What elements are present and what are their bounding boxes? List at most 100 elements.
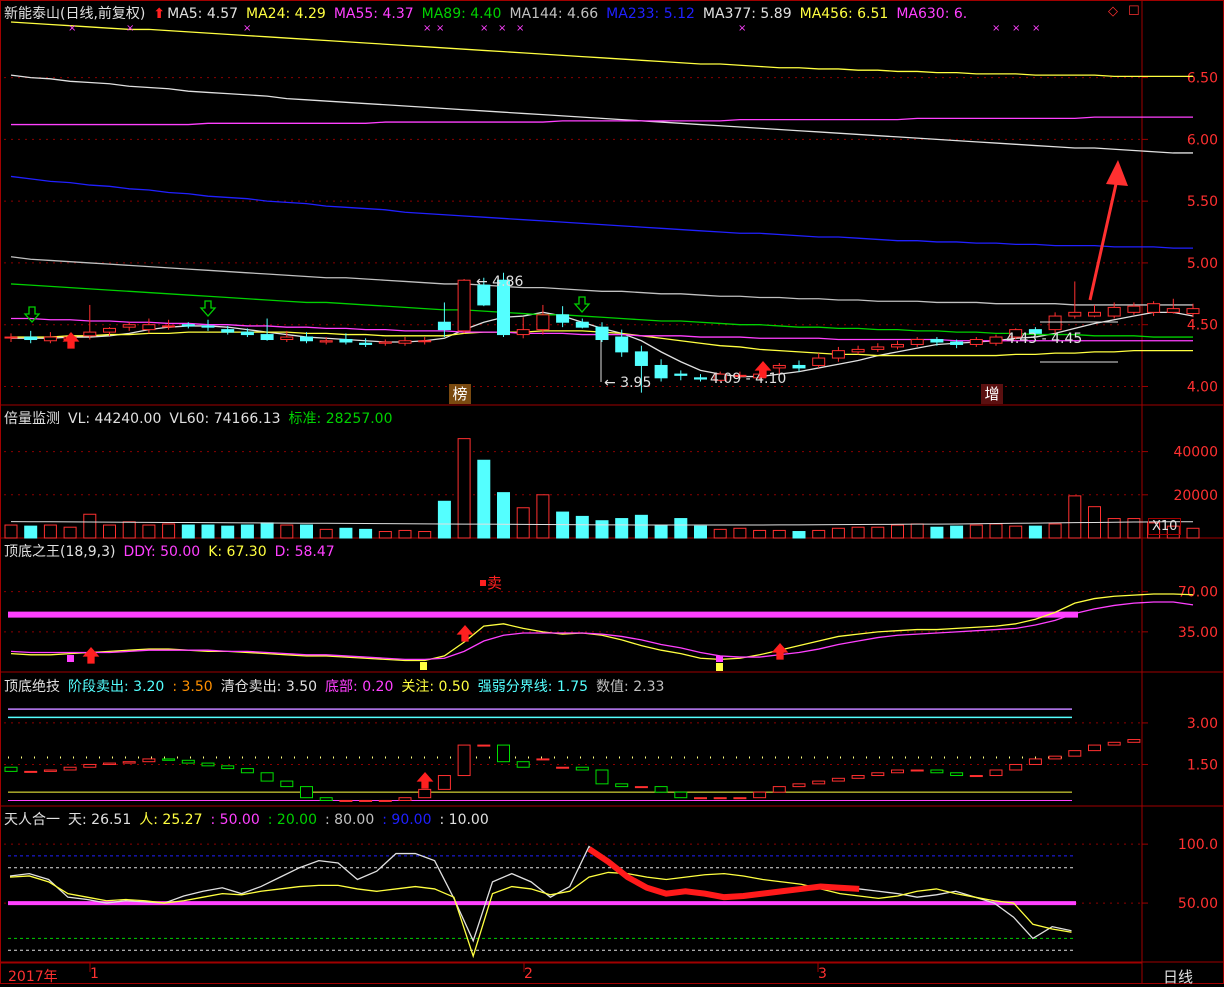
kd-legend: 顶底之王(18,9,3) DDY: 50.00 K: 67.30 D: 58.47	[4, 541, 343, 561]
volume-bar	[240, 524, 254, 539]
annotation-high: ← 4.86	[476, 274, 523, 290]
main-legend-item: 新能泰山(日线,前复权)	[4, 6, 146, 22]
volume-bar	[83, 513, 97, 539]
candle-body	[319, 340, 333, 343]
volume-bar	[398, 529, 412, 539]
volume-bar	[950, 525, 964, 539]
volume-bar	[359, 528, 373, 539]
dd-legend-item: : 3.50	[172, 679, 213, 695]
price-tick-label: 4.00	[1187, 379, 1218, 395]
volume-bar	[654, 524, 668, 539]
trh-legend-item: : 50.00	[210, 812, 260, 828]
trh-legend-item: : 20.00	[267, 812, 317, 828]
dd-legend-item: 顶底绝技	[4, 679, 60, 695]
candle-body	[1068, 311, 1082, 317]
dd-candle	[772, 786, 786, 793]
dd-candle	[24, 770, 38, 773]
volume-bar	[595, 520, 609, 539]
candle-body	[536, 314, 550, 331]
kd-legend-item: K: 67.30	[208, 544, 267, 560]
kd-buy-arrow-icon	[771, 643, 789, 660]
dd-candle	[733, 797, 747, 800]
trh-legend-item: 天: 26.51	[68, 812, 132, 828]
volume-bar	[1028, 525, 1042, 539]
dd-candle	[1009, 763, 1023, 771]
main-legend-item: MA630: 6.	[896, 6, 968, 22]
dd-candle	[595, 769, 609, 785]
candle-body	[615, 336, 629, 353]
cross-marker-icon: ×	[498, 23, 506, 34]
volume-bar	[516, 507, 530, 539]
candle-body	[1127, 305, 1141, 313]
volume-legend-item: 标准: 28257.00	[288, 411, 393, 427]
candle-body	[260, 334, 274, 341]
volume-bar	[891, 524, 904, 539]
volume-bar	[221, 525, 235, 539]
volume-bar	[634, 514, 648, 539]
diamond-icon[interactable]: ◇	[1108, 4, 1118, 19]
dd-candle	[339, 799, 353, 802]
volume-bar	[1009, 525, 1023, 539]
cross-marker-icon: ×	[992, 23, 1000, 34]
annotation-low: ← 3.95	[604, 375, 651, 391]
kd-legend-item: DDY: 50.00	[123, 544, 201, 560]
volume-bar	[575, 515, 589, 539]
dd-candle	[575, 766, 589, 771]
dd-tick-label: 1.50	[1187, 757, 1218, 773]
volume-bar	[181, 524, 195, 539]
kd-tick-label: 70.00	[1178, 585, 1218, 601]
dd-candle	[536, 758, 550, 761]
cross-marker-icon: ×	[1012, 23, 1020, 34]
square-icon[interactable]: ☐	[1128, 4, 1140, 19]
dd-candle	[319, 797, 333, 801]
volume-bar	[615, 518, 629, 539]
dd-candle	[792, 783, 806, 788]
dd-candle	[300, 786, 313, 799]
volume-bar	[792, 531, 806, 539]
dd-candle	[753, 791, 767, 799]
volume-bar	[536, 494, 550, 539]
dd-legend-item: 强弱分界线: 1.75	[477, 679, 589, 695]
cross-marker-icon: ×	[68, 23, 76, 34]
trh-legend-item: : 90.00	[382, 812, 432, 828]
dd-candle	[910, 769, 924, 772]
main-legend-item: MA233: 5.12	[606, 6, 695, 22]
cross-marker-icon: ×	[436, 23, 444, 34]
dd-candle	[634, 786, 648, 789]
cross-marker-icon: ×	[243, 23, 251, 34]
dd-candle	[280, 780, 294, 788]
dd-candle	[398, 797, 412, 801]
dd-buy-arrow-icon	[416, 772, 434, 789]
dd-legend-item: 阶段卖出: 3.20	[68, 679, 165, 695]
dd-candle	[122, 761, 136, 764]
volume-bar	[930, 526, 944, 539]
volume-bar	[339, 527, 353, 539]
kd-marker	[716, 656, 723, 662]
cross-marker-icon: ×	[516, 23, 524, 34]
trh-legend-item: : 10.00	[439, 812, 489, 828]
dd-candle	[1127, 739, 1141, 743]
month-label-3: 3	[818, 966, 827, 982]
trh-legend: 天人合一 天: 26.51 人: 25.27: 50.00: 20.00: 80.0…	[4, 809, 497, 829]
cross-marker-icon: ×	[126, 23, 134, 34]
dd-legend: 顶底绝技 阶段卖出: 3.20: 3.50 清仓卖出: 3.50 底部: 0.20 关注…	[4, 676, 672, 696]
dd-candle	[891, 769, 904, 774]
tian-line	[9, 845, 1072, 943]
dd-candle	[162, 758, 176, 761]
kd-marker	[67, 655, 74, 662]
volume-bar	[122, 521, 136, 539]
price-tick-label: 5.50	[1187, 194, 1218, 210]
kd-legend-item: D: 58.47	[274, 544, 335, 560]
trh-legend-item: 人: 25.27	[139, 812, 203, 828]
candle-body	[851, 348, 865, 353]
candle-body	[142, 324, 156, 331]
volume-unit-label: X10	[1148, 518, 1182, 535]
dd-candle	[615, 783, 629, 788]
dd-tick-label: 3.00	[1187, 716, 1218, 732]
volume-bar	[851, 526, 865, 539]
candle-body	[162, 325, 176, 328]
kd-tick-label: 35.00	[1178, 625, 1218, 641]
candle-body	[674, 373, 688, 376]
up-arrow-icon: ⬆	[153, 6, 166, 22]
volume-bar	[477, 459, 491, 539]
